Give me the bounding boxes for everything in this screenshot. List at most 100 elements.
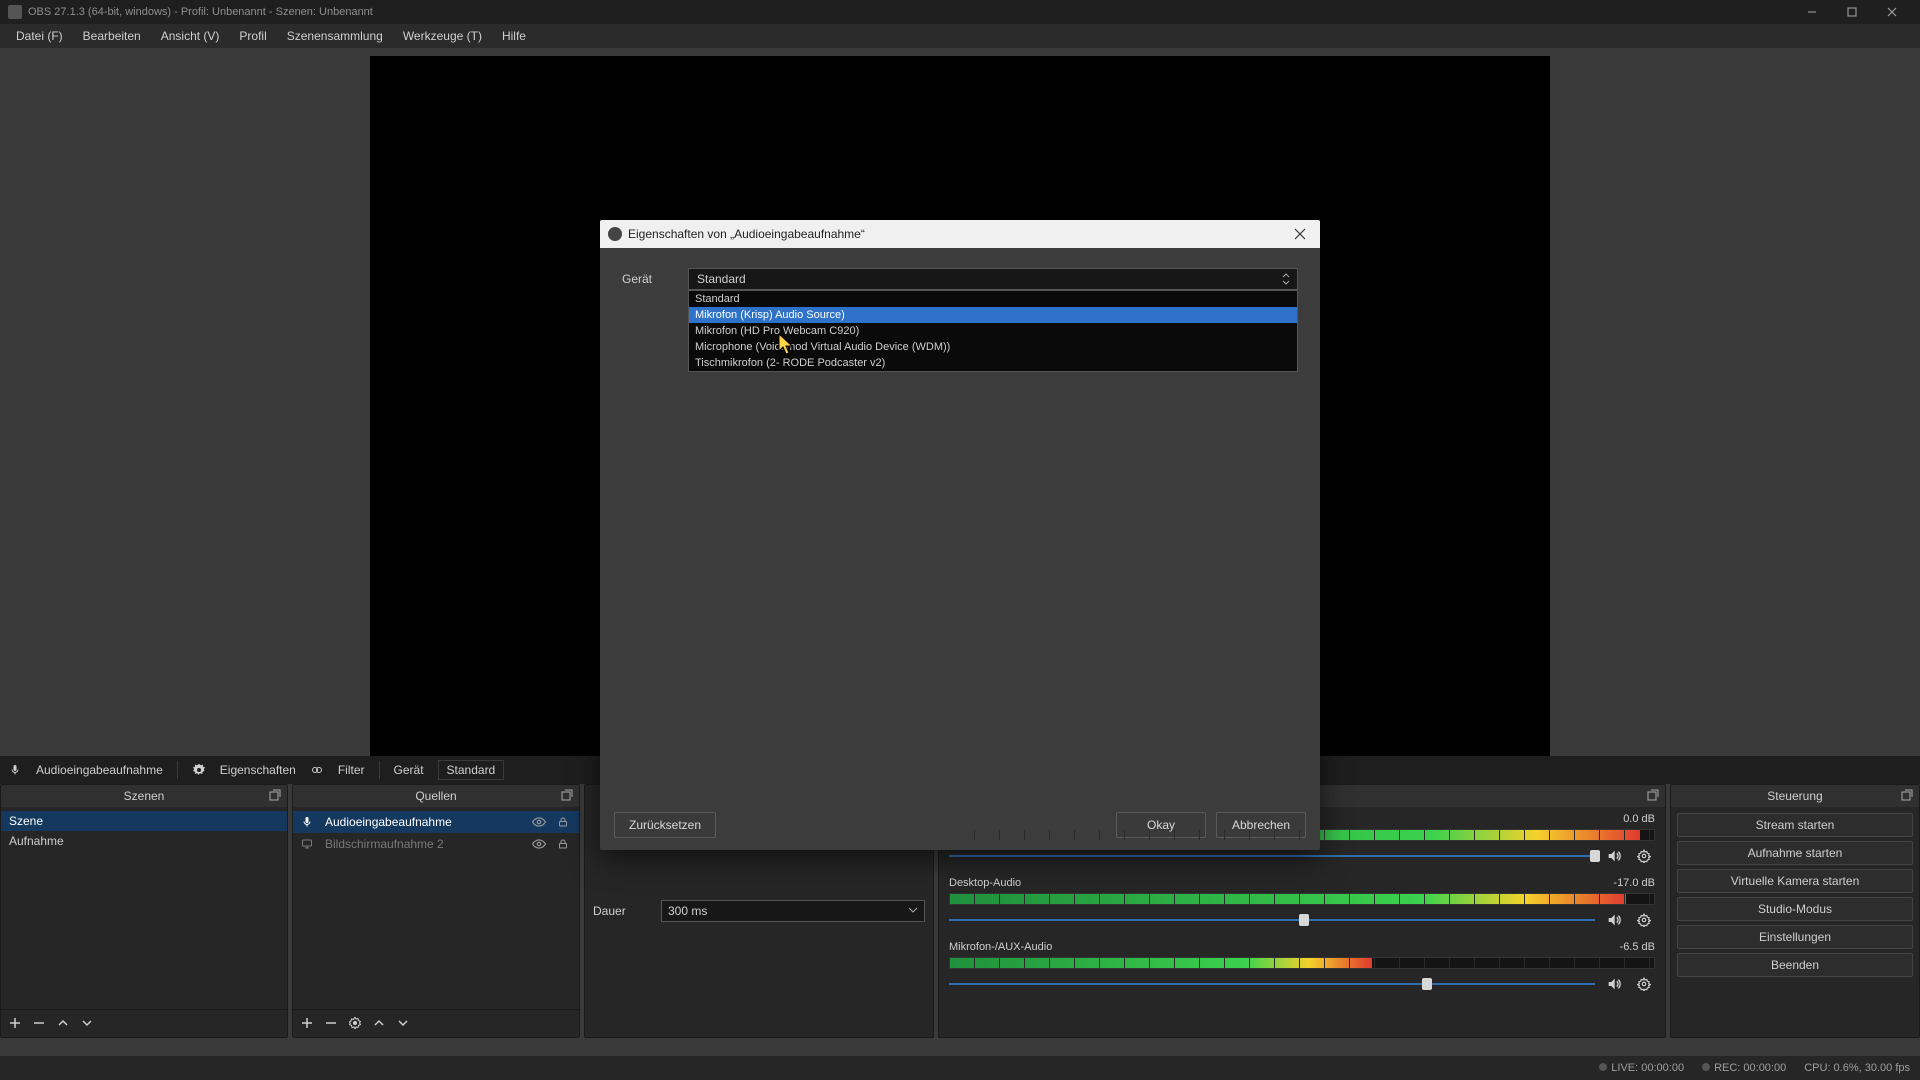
visibility-icon[interactable] [531,836,547,852]
visibility-icon[interactable] [531,814,547,830]
menu-item[interactable]: Ansicht (V) [151,24,230,48]
volume-slider[interactable] [949,977,1595,991]
combo-dropdown[interactable]: StandardMikrofon (Krisp) Audio Source)Mi… [688,290,1298,372]
down-icon[interactable] [397,1017,411,1031]
dock-title: Quellen [415,789,456,803]
volume-slider[interactable] [949,849,1595,863]
popout-icon[interactable] [1901,789,1913,801]
control-button[interactable]: Stream starten [1677,813,1913,837]
chevron-updown-icon [1281,273,1291,285]
mic-icon [8,763,22,777]
channel-db: -17.0 dB [1613,877,1655,889]
popout-icon[interactable] [269,789,281,801]
combo-option[interactable]: Mikrofon (HD Pro Webcam C920) [689,323,1297,339]
combo-value: Standard [697,272,746,286]
ok-button[interactable]: Okay [1116,812,1206,838]
combo-option[interactable]: Tischmikrofon (2- RODE Podcaster v2) [689,355,1297,371]
dock-header: Quellen [293,785,579,807]
volume-slider[interactable] [949,913,1595,927]
combo-option[interactable]: Microphone (Voicemod Virtual Audio Devic… [689,339,1297,355]
dialog-icon [608,227,622,241]
popout-icon[interactable] [1647,789,1659,801]
device-combo[interactable]: Standard StandardMikrofon (Krisp) Audio … [688,268,1298,290]
duration-label: Dauer [593,904,653,918]
status-cpu: CPU: 0.6%, 30.00 fps [1804,1062,1910,1074]
filter-icon [310,763,324,777]
dock-title: Steuerung [1767,789,1822,803]
popout-icon[interactable] [561,789,573,801]
menu-item[interactable]: Datei (F) [6,24,73,48]
properties-link[interactable]: Eigenschaften [220,763,296,777]
gear-icon[interactable] [349,1017,363,1031]
menu-item[interactable]: Hilfe [492,24,536,48]
level-meter [949,893,1655,905]
dialog-title: Eigenschaften von „Audioeingabeaufnahme“ [628,227,865,241]
combo-selected[interactable]: Standard [688,268,1298,290]
add-icon[interactable] [9,1017,23,1031]
context-device-label: Gerät [394,763,424,777]
cancel-button[interactable]: Abbrechen [1216,812,1306,838]
controls-dock: Steuerung Stream starten Aufnahme starten… [1670,784,1920,1038]
channel-name: Mikrofon-/AUX-Audio [949,941,1620,953]
menu-item[interactable]: Profil [229,24,276,48]
duration-select[interactable]: 300 ms [661,900,925,922]
source-row[interactable]: Bildschirmaufnahme 2 [293,833,579,855]
gear-icon[interactable] [1633,909,1655,931]
menu-item[interactable]: Bearbeiten [73,24,151,48]
up-icon[interactable] [57,1017,71,1031]
minimize-button[interactable] [1792,0,1832,24]
control-button[interactable]: Einstellungen [1677,925,1913,949]
duration-value: 300 ms [668,904,707,918]
down-icon[interactable] [81,1017,95,1031]
source-row[interactable]: Audioeingabeaufnahme [293,811,579,833]
close-icon[interactable] [1288,224,1312,244]
lock-icon[interactable] [555,814,571,830]
reset-button[interactable]: Zurücksetzen [614,812,716,838]
sources-dock: Quellen Audioeingabeaufnahme Bildschirmau… [292,784,580,1038]
channel-db: -6.5 dB [1620,941,1655,953]
control-button[interactable]: Virtuelle Kamera starten [1677,869,1913,893]
lock-icon[interactable] [555,836,571,852]
dock-toolbar [293,1009,579,1037]
control-button[interactable]: Studio-Modus [1677,897,1913,921]
app-icon [8,5,22,19]
mic-icon [301,816,317,828]
properties-dialog: Eigenschaften von „Audioeingabeaufnahme“… [600,220,1320,850]
scene-row[interactable]: Aufnahme [1,831,287,851]
speaker-icon[interactable] [1603,845,1625,867]
menu-item[interactable]: Werkzeuge (T) [393,24,492,48]
remove-icon[interactable] [325,1017,339,1031]
combo-option[interactable]: Standard [689,291,1297,307]
context-source-name: Audioeingabeaufnahme [36,763,163,777]
dock-title: Szenen [124,789,165,803]
combo-option[interactable]: Mikrofon (Krisp) Audio Source) [689,307,1297,323]
menu-item[interactable]: Szenensammlung [277,24,393,48]
gear-icon[interactable] [1633,845,1655,867]
sources-list[interactable]: Audioeingabeaufnahme Bildschirmaufnahme 2 [293,807,579,1009]
controls-list: Stream starten Aufnahme starten Virtuelle … [1671,807,1919,1037]
dock-toolbar [1,1009,287,1037]
source-name: Bildschirmaufnahme 2 [325,837,523,851]
up-icon[interactable] [373,1017,387,1031]
status-rec: REC: 00:00:00 [1702,1062,1786,1074]
title-bar: OBS 27.1.3 (64-bit, windows) - Profil: U… [0,0,1920,24]
add-icon[interactable] [301,1017,315,1031]
window-title: OBS 27.1.3 (64-bit, windows) - Profil: U… [28,6,373,18]
gear-icon[interactable] [1633,973,1655,995]
speaker-icon[interactable] [1603,909,1625,931]
speaker-icon[interactable] [1603,973,1625,995]
scene-row[interactable]: Szene [1,811,287,831]
maximize-button[interactable] [1832,0,1872,24]
close-button[interactable] [1872,0,1912,24]
dock-header: Steuerung [1671,785,1919,807]
filter-link[interactable]: Filter [338,763,365,777]
scenes-list[interactable]: SzeneAufnahme [1,807,287,1009]
context-device-value: Standard [438,760,505,780]
control-button[interactable]: Aufnahme starten [1677,841,1913,865]
channel-name: Desktop-Audio [949,877,1613,889]
control-button[interactable]: Beenden [1677,953,1913,977]
mixer-channel: Desktop-Audio-17.0 dB [949,877,1655,931]
remove-icon[interactable] [33,1017,47,1031]
source-name: Audioeingabeaufnahme [325,815,523,829]
dialog-titlebar[interactable]: Eigenschaften von „Audioeingabeaufnahme“ [600,220,1320,248]
